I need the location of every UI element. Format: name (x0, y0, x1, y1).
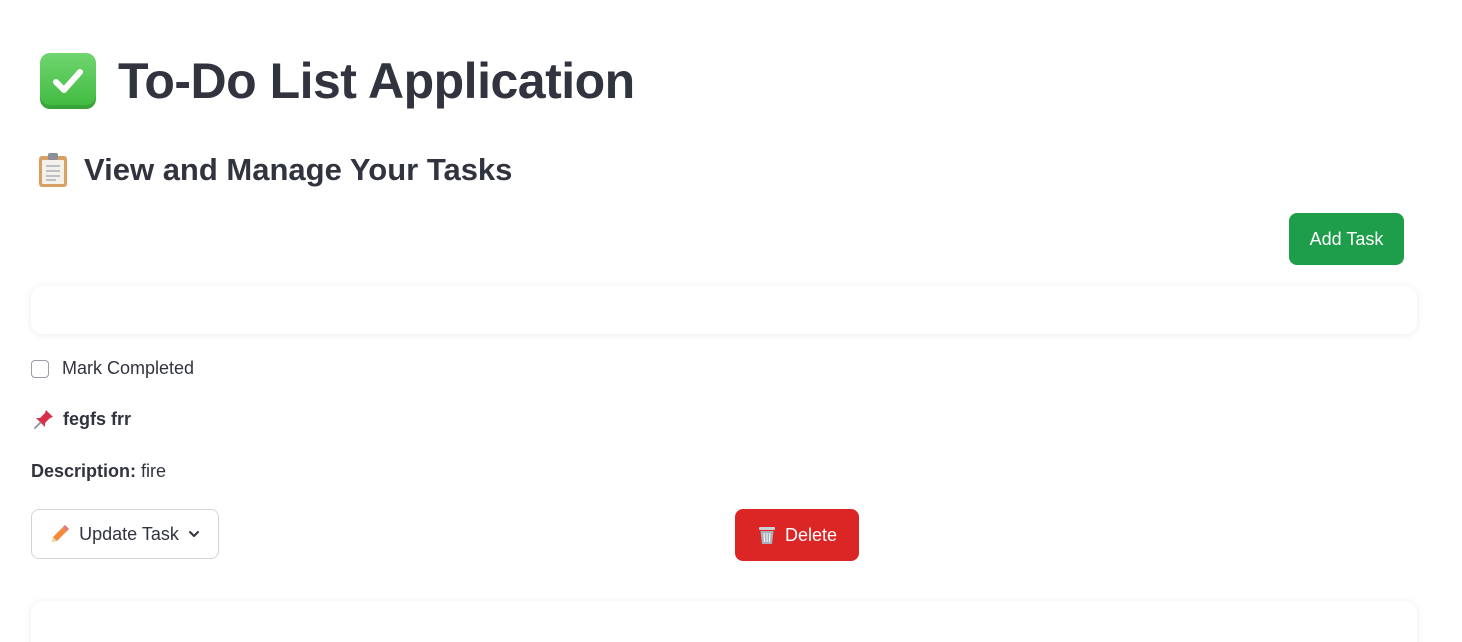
description-value: fire (141, 461, 167, 481)
mark-completed-checkbox[interactable] (31, 359, 49, 378)
task-title-row: fegfs frr (33, 408, 131, 430)
pushpin-icon (34, 410, 53, 429)
pencil-icon (52, 525, 70, 542)
wastebasket-icon (758, 527, 775, 544)
task-description: Description: fire (31, 461, 166, 482)
task-title: fegfs frr (63, 408, 132, 429)
chevron-down-icon[interactable] (187, 527, 201, 541)
delete-label[interactable]: Delete (785, 525, 837, 546)
update-task-expander[interactable]: Update Task (31, 509, 219, 559)
clipboard-icon (38, 152, 68, 188)
mark-completed-row[interactable]: Mark Completed (31, 358, 194, 379)
title-row: To-Do List Application (40, 52, 635, 110)
description-label: Description: (31, 461, 137, 481)
delete-task-button[interactable]: Delete (735, 509, 859, 561)
task-card-container-next (31, 601, 1417, 642)
subtitle-row: View and Manage Your Tasks (38, 152, 512, 188)
check-mark-button-icon (40, 53, 96, 109)
mark-completed-label[interactable]: Mark Completed (62, 358, 194, 379)
section-subtitle: View and Manage Your Tasks (84, 152, 513, 187)
page-title: To-Do List Application (118, 53, 635, 109)
task-card-container (31, 286, 1417, 334)
update-task-label[interactable]: Update Task (79, 524, 179, 545)
page: To-Do List Application View and Manage Y… (0, 0, 1462, 642)
add-task-button[interactable]: Add Task (1289, 213, 1404, 265)
